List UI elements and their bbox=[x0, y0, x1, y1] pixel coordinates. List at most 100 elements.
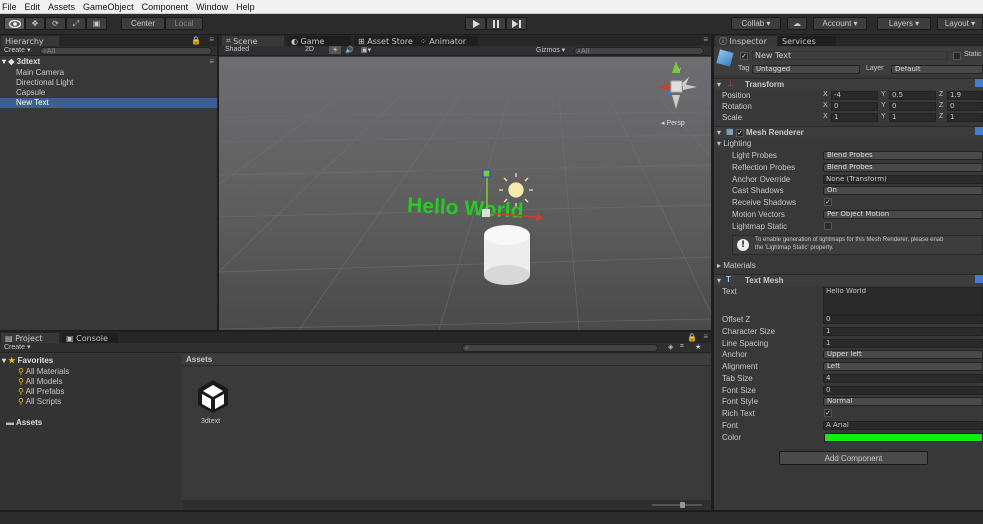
cast-shadows-dropdown[interactable]: On bbox=[823, 186, 983, 195]
lock-icon[interactable]: 🔒 bbox=[687, 333, 697, 342]
add-component-button[interactable]: Add Component bbox=[779, 451, 928, 465]
mesh-renderer-header[interactable]: ▾ ▦ ✓ Mesh Renderer bbox=[714, 126, 983, 138]
scene-orientation-gizmo[interactable]: y bbox=[656, 61, 697, 109]
hierarchy-item[interactable]: Capsule bbox=[16, 88, 45, 97]
panel-menu-icon[interactable]: ≡ bbox=[703, 332, 708, 341]
layout-button[interactable]: Layout ▾ bbox=[937, 17, 983, 30]
tag-dropdown[interactable]: Untagged bbox=[752, 65, 860, 74]
rotation-x-field[interactable]: 0 bbox=[831, 102, 878, 111]
menu-window[interactable]: Window bbox=[196, 2, 228, 12]
tab-animator[interactable]: ⁘ Animator bbox=[416, 36, 478, 46]
play-button[interactable] bbox=[465, 17, 486, 30]
hierarchy-search-input[interactable]: ⌕All bbox=[40, 47, 212, 55]
tab-scene[interactable]: ⌗ Scene bbox=[222, 36, 284, 46]
tab-services[interactable]: Services bbox=[778, 36, 836, 46]
font-size-field[interactable]: 0 bbox=[823, 386, 983, 395]
view-tool-icon[interactable] bbox=[4, 17, 25, 30]
step-button[interactable] bbox=[506, 17, 527, 30]
scale-z-field[interactable]: 1 bbox=[947, 113, 983, 122]
menu-assets[interactable]: Assets bbox=[48, 2, 75, 12]
position-x-field[interactable]: -4 bbox=[831, 91, 878, 100]
collapse-arrow-icon[interactable]: ▾ bbox=[717, 276, 721, 285]
anchor-override-field[interactable]: None (Transform) bbox=[823, 175, 983, 184]
scene-menu-icon[interactable]: ≡ bbox=[209, 57, 214, 66]
breadcrumb-assets[interactable]: Assets bbox=[186, 355, 212, 364]
collapse-arrow-icon[interactable]: ▾ bbox=[717, 80, 721, 89]
pivot-local-button[interactable]: Local bbox=[165, 17, 203, 30]
persp-label[interactable]: ◂ Persp bbox=[661, 119, 685, 127]
tab-inspector[interactable]: ⓘ Inspector bbox=[715, 36, 777, 46]
tab-game[interactable]: ◐ Game bbox=[287, 36, 351, 46]
effects-toggle-icon[interactable]: ▣▾ bbox=[361, 46, 371, 54]
favorite-item[interactable]: ⚲ All Models bbox=[18, 377, 63, 386]
scale-tool-icon[interactable]: ⤢ bbox=[66, 17, 86, 30]
lighting-foldout[interactable]: ▾ Lighting bbox=[717, 139, 751, 148]
scale-y-field[interactable]: 1 bbox=[889, 113, 936, 122]
hierarchy-item-selected[interactable]: New Text bbox=[0, 98, 217, 108]
layer-dropdown[interactable]: Default bbox=[891, 65, 983, 74]
favorite-item[interactable]: ⚲ All Scripts bbox=[18, 397, 61, 406]
account-button[interactable]: Account ▾ bbox=[813, 17, 867, 30]
receive-shadows-checkbox[interactable]: ✓ bbox=[824, 198, 832, 206]
anchor-dropdown[interactable]: Upper left bbox=[823, 350, 983, 359]
tab-size-field[interactable]: 4 bbox=[823, 374, 983, 383]
menu-file[interactable]: File bbox=[2, 2, 17, 12]
filter-type-icon[interactable]: ◈ bbox=[668, 343, 673, 351]
scene-root[interactable]: ▾ ◆ 3dtext bbox=[2, 57, 40, 66]
rich-text-checkbox[interactable]: ✓ bbox=[824, 409, 832, 417]
audio-toggle-icon[interactable]: 🔊 bbox=[345, 46, 354, 54]
assets-folder-root[interactable]: ▬ Assets bbox=[6, 418, 42, 427]
pause-button[interactable] bbox=[486, 17, 506, 30]
collab-button[interactable]: Collab ▾ bbox=[731, 17, 781, 30]
rotation-z-field[interactable]: 0 bbox=[947, 102, 983, 111]
tab-asset-store[interactable]: ⊞ Asset Store bbox=[354, 36, 416, 46]
project-search-input[interactable]: ⌕ bbox=[462, 344, 658, 352]
character-size-field[interactable]: 1 bbox=[823, 327, 983, 336]
color-swatch[interactable] bbox=[824, 433, 983, 442]
tab-project[interactable]: ▤ Project bbox=[1, 333, 59, 343]
favorite-item[interactable]: ⚲ All Prefabs bbox=[18, 387, 64, 396]
cloud-icon[interactable]: ☁ bbox=[787, 17, 807, 30]
motion-vectors-dropdown[interactable]: Per Object Motion bbox=[823, 210, 983, 219]
position-y-field[interactable]: 0.5 bbox=[889, 91, 936, 100]
filter-label-icon[interactable]: ⌗ bbox=[680, 343, 684, 351]
tab-hierarchy[interactable]: Hierarchy bbox=[1, 36, 59, 46]
rect-tool-icon[interactable]: ▣ bbox=[86, 17, 107, 30]
menu-edit[interactable]: Edit bbox=[25, 2, 41, 12]
hierarchy-create-button[interactable]: Create ▾ bbox=[4, 46, 30, 54]
reflection-probes-dropdown[interactable]: Blend Probes bbox=[823, 163, 983, 172]
favorite-item[interactable]: ⚲ All Materials bbox=[18, 367, 69, 376]
lock-icon[interactable]: 🔒 bbox=[191, 36, 201, 45]
panel-menu-icon[interactable]: ≡ bbox=[209, 35, 214, 44]
light-probes-dropdown[interactable]: Blend Probes bbox=[823, 151, 983, 160]
mesh-renderer-enabled-checkbox[interactable]: ✓ bbox=[736, 129, 744, 137]
pivot-center-button[interactable]: Center bbox=[121, 17, 165, 30]
scene-search-input[interactable]: ⌕All bbox=[574, 47, 704, 55]
favorites-header[interactable]: ▾ ★ Favorites bbox=[2, 356, 53, 365]
expand-arrow-icon[interactable]: ▾ bbox=[2, 57, 6, 66]
menu-component[interactable]: Component bbox=[142, 2, 189, 12]
rotate-tool-icon[interactable]: ⟳ bbox=[45, 17, 66, 30]
shading-mode-dropdown[interactable]: Shaded bbox=[225, 46, 249, 53]
rotation-y-field[interactable]: 0 bbox=[889, 102, 936, 111]
scale-x-field[interactable]: 1 bbox=[831, 113, 878, 122]
hierarchy-item[interactable]: Main Camera bbox=[16, 68, 64, 77]
text-mesh-header[interactable]: ▾ T Text Mesh bbox=[714, 274, 983, 286]
transform-header[interactable]: ▾ ⊥ Transform bbox=[714, 78, 983, 90]
component-help-icon[interactable] bbox=[975, 275, 983, 283]
icon-size-slider[interactable] bbox=[652, 504, 702, 506]
tab-console[interactable]: ▣ Console bbox=[62, 333, 118, 343]
component-help-icon[interactable] bbox=[975, 79, 983, 87]
lighting-toggle-icon[interactable]: ☀ bbox=[329, 46, 342, 54]
font-field[interactable]: A Arial bbox=[823, 421, 983, 430]
icon-size-slider-thumb[interactable] bbox=[680, 502, 685, 508]
move-tool-icon[interactable]: ✥ bbox=[25, 17, 45, 30]
component-help-icon[interactable] bbox=[975, 127, 983, 135]
object-name-field[interactable]: New Text bbox=[752, 51, 948, 60]
line-spacing-field[interactable]: 1 bbox=[823, 339, 983, 348]
offset-z-field[interactable]: 0 bbox=[823, 315, 983, 324]
materials-foldout[interactable]: ▸ Materials bbox=[717, 261, 756, 270]
font-style-dropdown[interactable]: Normal bbox=[823, 397, 983, 406]
lightmap-static-checkbox[interactable] bbox=[824, 222, 832, 230]
panel-menu-icon[interactable]: ≡ bbox=[703, 35, 708, 44]
